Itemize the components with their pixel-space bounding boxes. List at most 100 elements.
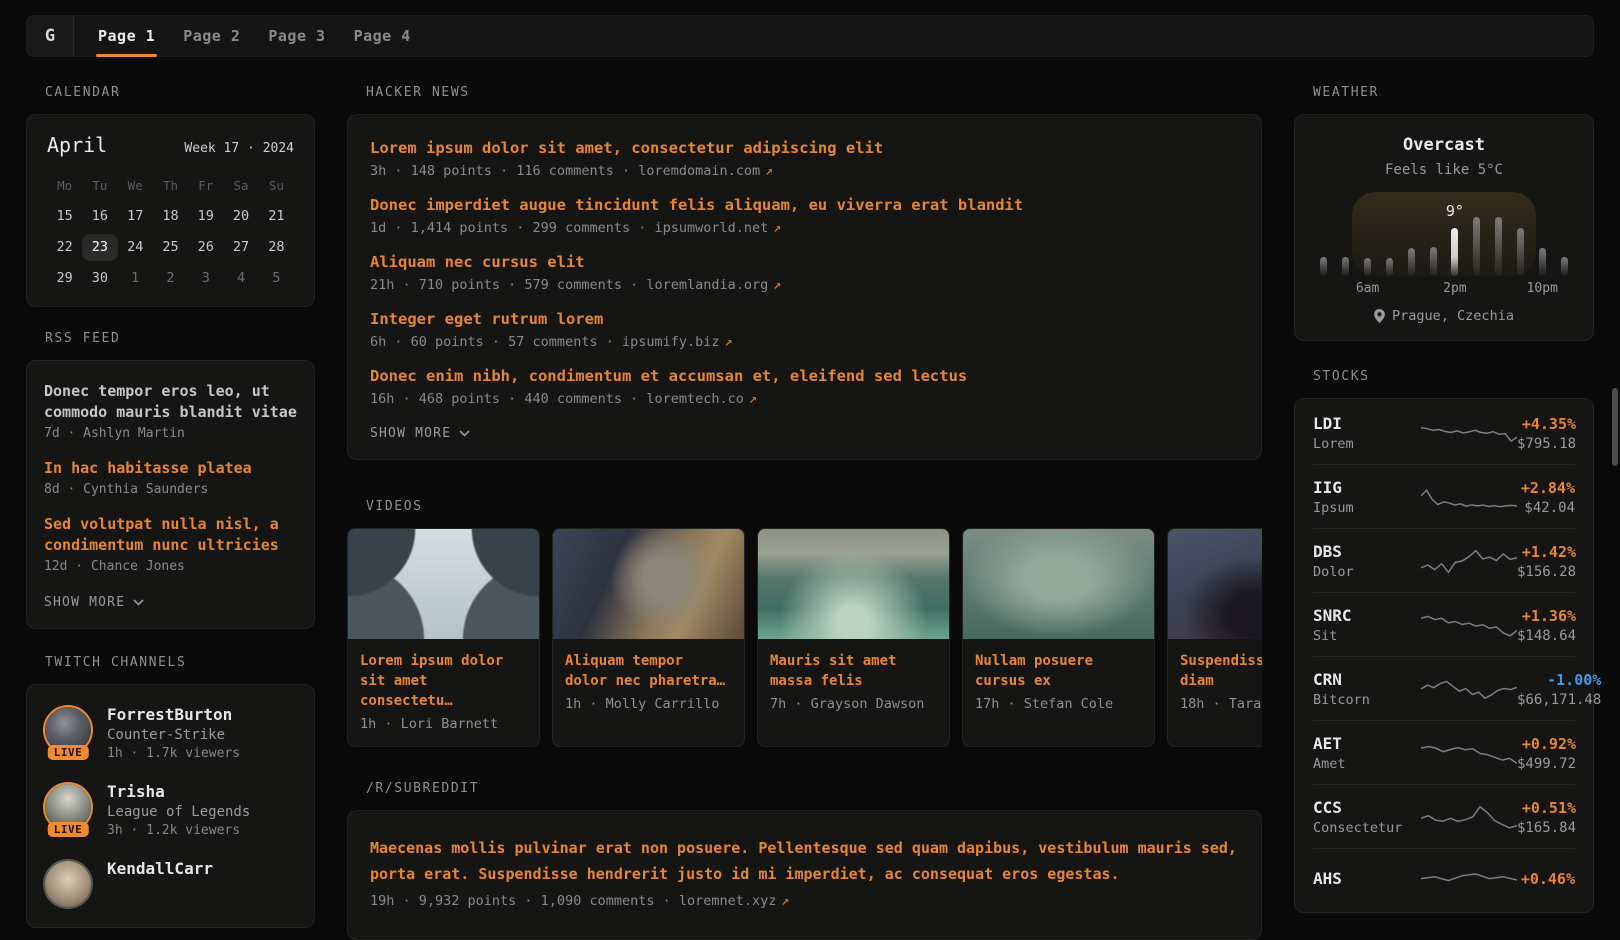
calendar-day-header: Su: [259, 172, 294, 199]
calendar-day[interactable]: 22: [47, 234, 82, 261]
reddit-post-title[interactable]: Maecenas mollis pulvinar erat non posuer…: [370, 835, 1239, 887]
video-card[interactable]: Nullam posuere cursus ex 17h · Stefan Co…: [962, 528, 1155, 747]
stock-row[interactable]: SNRCSit +1.36%$148.64: [1313, 592, 1575, 656]
stocks-card: LDILorem +4.35%$795.18 IIGIpsum +2.84%$4…: [1294, 398, 1594, 913]
stock-row[interactable]: AETAmet +0.92%$499.72: [1313, 720, 1575, 784]
rss-item-title[interactable]: In hac habitasse platea: [44, 458, 297, 479]
tab-page-1[interactable]: Page 1: [84, 16, 169, 56]
calendar-day[interactable]: 30: [82, 265, 117, 292]
stock-row[interactable]: LDILorem +4.35%$795.18: [1313, 401, 1575, 464]
weather-bar: [1408, 248, 1415, 276]
stock-sparkline: [1421, 543, 1517, 579]
rss-item-title[interactable]: Sed volutpat nulla nisl, a condimentum n…: [44, 514, 297, 556]
rss-item-title[interactable]: Donec tempor eros leo, ut commodo mauris…: [44, 381, 297, 423]
hn-story: Lorem ipsum dolor sit amet, consectetur …: [370, 137, 1239, 179]
video-card[interactable]: Aliquam tempor dolor nec pharetra… 1h · …: [552, 528, 745, 747]
calendar-day-next-month[interactable]: 3: [188, 265, 223, 292]
calendar-day[interactable]: 16: [82, 203, 117, 230]
stock-price: $499.72: [1517, 756, 1576, 772]
tab-page-4[interactable]: Page 4: [340, 16, 425, 56]
hn-meta-text: 6h · 60 points · 57 comments · ipsumify.…: [370, 334, 720, 350]
topbar: G Page 1 Page 2 Page 3 Page 4: [26, 15, 1594, 57]
twitch-channel-row[interactable]: LIVE ForrestBurton Counter-Strike 1h · 1…: [45, 705, 296, 761]
calendar-day[interactable]: 28: [259, 234, 294, 261]
video-thumbnail[interactable]: [963, 529, 1154, 639]
hn-show-more-button[interactable]: SHOW MORE: [370, 426, 470, 441]
calendar-day[interactable]: 27: [223, 234, 258, 261]
tab-page-3[interactable]: Page 3: [254, 16, 339, 56]
calendar-day-header: Fr: [188, 172, 223, 199]
video-title[interactable]: Aliquam tempor dolor nec pharetra…: [565, 651, 732, 691]
calendar-day[interactable]: 15: [47, 203, 82, 230]
hn-story-title[interactable]: Donec imperdiet augue tincidunt felis al…: [370, 194, 1023, 216]
weather-section: WEATHER Overcast Feels like 5°C 9° 6am2p…: [1294, 85, 1594, 341]
stock-symbol: AET: [1313, 734, 1421, 753]
calendar-day[interactable]: 19: [188, 203, 223, 230]
calendar-day[interactable]: 25: [153, 234, 188, 261]
calendar-day[interactable]: 29: [47, 265, 82, 292]
stock-row[interactable]: IIGIpsum +2.84%$42.04: [1313, 464, 1575, 528]
video-thumbnail[interactable]: [1168, 529, 1262, 639]
weather-bar: [1539, 248, 1546, 276]
app-logo[interactable]: G: [27, 16, 74, 56]
reddit-meta-text: 19h · 9,932 points · 1,090 comments · lo…: [370, 893, 776, 909]
external-link-icon[interactable]: ↗: [749, 391, 757, 407]
channel-name[interactable]: KendallCarr: [107, 859, 213, 878]
rss-item[interactable]: Donec tempor eros leo, ut commodo mauris…: [44, 381, 297, 441]
calendar-day-selected[interactable]: 23: [82, 234, 117, 261]
stock-symbol: CCS: [1313, 798, 1421, 817]
video-thumbnail[interactable]: [758, 529, 949, 639]
video-card[interactable]: Suspendisse diam 18h · Tara: [1167, 528, 1262, 747]
weather-bar: [1473, 217, 1480, 276]
video-card[interactable]: Lorem ipsum dolor sit amet consectetu… 1…: [347, 528, 540, 747]
stock-row[interactable]: CRNBitcorn -1.00%$66,171.48: [1313, 656, 1575, 720]
external-link-icon[interactable]: ↗: [765, 163, 773, 179]
hn-story-title[interactable]: Lorem ipsum dolor sit amet, consectetur …: [370, 137, 883, 159]
channel-name[interactable]: ForrestBurton: [107, 705, 240, 724]
external-link-icon[interactable]: ↗: [781, 893, 789, 909]
stock-row[interactable]: DBSDolor +1.42%$156.28: [1313, 528, 1575, 592]
calendar-day-next-month[interactable]: 5: [259, 265, 294, 292]
rss-item[interactable]: In hac habitasse platea 8d · Cynthia Sau…: [44, 458, 297, 497]
channel-avatar-image: [45, 861, 91, 907]
video-title[interactable]: Lorem ipsum dolor sit amet consectetu…: [360, 651, 527, 711]
rss-show-more-button[interactable]: SHOW MORE: [44, 595, 144, 610]
calendar-day-next-month[interactable]: 1: [118, 265, 153, 292]
stock-change: -1.00%: [1517, 671, 1601, 689]
calendar-day[interactable]: 17: [118, 203, 153, 230]
hn-story-title[interactable]: Aliquam nec cursus elit: [370, 251, 585, 273]
weather-chart-ticks: 6am2pm10pm: [1313, 278, 1575, 298]
stock-row[interactable]: CCSConsectetur +0.51%$165.84: [1313, 784, 1575, 848]
video-title[interactable]: Mauris sit amet massa felis: [770, 651, 937, 691]
calendar-day[interactable]: 26: [188, 234, 223, 261]
calendar-day[interactable]: 20: [223, 203, 258, 230]
rss-show-more-label: SHOW MORE: [44, 595, 125, 610]
video-title[interactable]: Nullam posuere cursus ex: [975, 651, 1142, 691]
video-thumbnail[interactable]: [348, 529, 539, 639]
external-link-icon[interactable]: ↗: [773, 220, 781, 236]
calendar-day[interactable]: 21: [259, 203, 294, 230]
video-thumbnail[interactable]: [553, 529, 744, 639]
calendar-day-next-month[interactable]: 2: [153, 265, 188, 292]
twitch-card: LIVE ForrestBurton Counter-Strike 1h · 1…: [26, 684, 315, 928]
twitch-channel-row[interactable]: LIVE Trisha League of Legends 3h · 1.2k …: [45, 782, 296, 838]
hn-story-title[interactable]: Integer eget rutrum lorem: [370, 308, 603, 330]
scrollbar-thumb[interactable]: [1612, 388, 1618, 466]
video-title[interactable]: Suspendisse diam: [1180, 651, 1262, 691]
channel-name[interactable]: Trisha: [107, 782, 250, 801]
calendar-day-next-month[interactable]: 4: [223, 265, 258, 292]
video-meta: 1h · Molly Carrillo: [565, 696, 732, 712]
calendar-day[interactable]: 18: [153, 203, 188, 230]
stock-row[interactable]: AHS +0.46%: [1313, 848, 1575, 910]
video-card[interactable]: Mauris sit amet massa felis 7h · Grayson…: [757, 528, 950, 747]
external-link-icon[interactable]: ↗: [773, 277, 781, 293]
stock-symbol: IIG: [1313, 478, 1421, 497]
hn-story-title[interactable]: Donec enim nibh, condimentum et accumsan…: [370, 365, 967, 387]
calendar-day-header: We: [118, 172, 153, 199]
tab-page-2[interactable]: Page 2: [169, 16, 254, 56]
rss-item[interactable]: Sed volutpat nulla nisl, a condimentum n…: [44, 514, 297, 574]
rss-item-meta: 8d · Cynthia Saunders: [44, 482, 297, 497]
external-link-icon[interactable]: ↗: [725, 334, 733, 350]
weather-card: Overcast Feels like 5°C 9° 6am2pm10pm Pr…: [1294, 114, 1594, 341]
calendar-day[interactable]: 24: [118, 234, 153, 261]
